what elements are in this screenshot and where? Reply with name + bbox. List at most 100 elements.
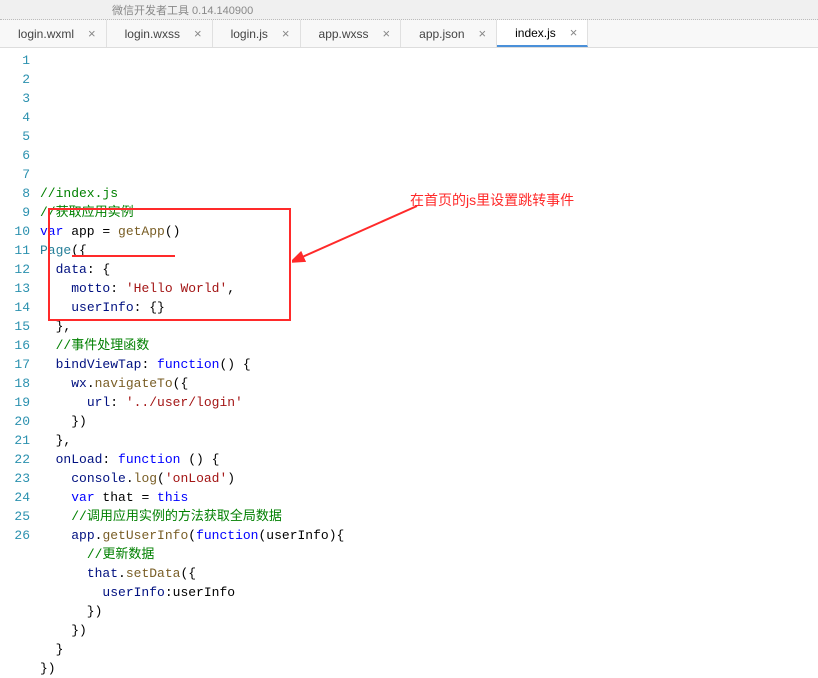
file-tab-label: login.wxml (18, 27, 74, 41)
token-plain: }, (40, 319, 71, 334)
code-line[interactable]: url: '../user/login' (40, 393, 818, 412)
line-number: 19 (0, 393, 30, 412)
token-plain (40, 490, 71, 505)
file-tab-label: app.json (419, 27, 464, 41)
token-comment: //index.js (40, 186, 118, 201)
token-prop: onLoad (56, 452, 103, 467)
file-tab-label: app.wxss (319, 27, 369, 41)
close-icon[interactable]: × (383, 27, 391, 40)
token-comment: //调用应用实例的方法获取全局数据 (71, 509, 282, 524)
code-line[interactable]: Page({ (40, 241, 818, 260)
token-plain: . (118, 566, 126, 581)
line-number: 9 (0, 203, 30, 222)
token-plain: : {} (134, 300, 165, 315)
code-line[interactable]: //更新数据 (40, 545, 818, 564)
close-icon[interactable]: × (282, 27, 290, 40)
token-plain: : (110, 395, 126, 410)
close-icon[interactable]: × (88, 27, 96, 40)
close-icon[interactable]: × (194, 27, 202, 40)
code-line[interactable]: bindViewTap: function() { (40, 355, 818, 374)
token-plain: } (40, 642, 63, 657)
line-number: 23 (0, 469, 30, 488)
file-tab-label: login.wxss (125, 27, 180, 41)
token-plain: () (165, 224, 181, 239)
close-icon[interactable]: × (479, 27, 487, 40)
file-tabs: login.wxml×login.wxss×login.js×app.wxss×… (0, 20, 818, 48)
token-plain: ({ (180, 566, 196, 581)
code-line[interactable]: //事件处理函数 (40, 336, 818, 355)
line-number: 5 (0, 127, 30, 146)
token-key: this (157, 490, 188, 505)
line-number: 12 (0, 260, 30, 279)
code-line[interactable]: }) (40, 412, 818, 431)
token-plain: }, (40, 433, 71, 448)
code-line[interactable]: userInfo:userInfo (40, 583, 818, 602)
line-number-gutter: 1234567891011121314151617181920212223242… (0, 48, 40, 678)
annotation-text: 在首页的js里设置跳转事件 (410, 191, 574, 210)
code-line[interactable]: wx.navigateTo({ (40, 374, 818, 393)
code-line[interactable]: that.setData({ (40, 564, 818, 583)
line-number: 8 (0, 184, 30, 203)
file-tab[interactable]: app.wxss × (301, 20, 402, 47)
token-comment: //更新数据 (87, 547, 155, 562)
token-plain: }) (40, 414, 87, 429)
window-title: 微信开发者工具 0.14.140900 (112, 2, 253, 18)
code-line[interactable]: }) (40, 602, 818, 621)
token-comment: //获取应用实例 (40, 205, 134, 220)
token-key: function (118, 452, 180, 467)
line-number: 26 (0, 526, 30, 545)
code-line[interactable]: data: { (40, 260, 818, 279)
code-line[interactable]: userInfo: {} (40, 298, 818, 317)
file-tab[interactable]: app.json × (401, 20, 497, 47)
line-number: 15 (0, 317, 30, 336)
token-plain: }) (40, 661, 56, 676)
line-number: 25 (0, 507, 30, 526)
code-editor[interactable]: 1234567891011121314151617181920212223242… (0, 48, 818, 678)
token-plain: ( (157, 471, 165, 486)
token-func: navigateTo (95, 376, 173, 391)
code-line[interactable]: }, (40, 317, 818, 336)
token-plain (40, 547, 87, 562)
token-comment: //事件处理函数 (56, 338, 150, 353)
code-line[interactable]: var app = getApp() (40, 222, 818, 241)
token-func: getApp (118, 224, 165, 239)
token-prop: userInfo (71, 300, 133, 315)
token-plain: :userInfo (165, 585, 235, 600)
token-plain: () { (219, 357, 250, 372)
code-line[interactable]: console.log('onLoad') (40, 469, 818, 488)
line-number: 14 (0, 298, 30, 317)
file-tab[interactable]: login.wxml × (0, 20, 107, 47)
file-tab[interactable]: login.js× (213, 20, 301, 47)
token-plain (40, 471, 71, 486)
line-number: 21 (0, 431, 30, 450)
code-line[interactable]: }) (40, 659, 818, 678)
token-plain: () { (180, 452, 219, 467)
line-number: 17 (0, 355, 30, 374)
token-plain (40, 585, 102, 600)
token-prop: that (87, 566, 118, 581)
file-tab[interactable]: index.js× (497, 20, 588, 47)
code-area[interactable]: 在首页的js里设置跳转事件 //index.js //获取应用实例 var app … (40, 48, 818, 678)
token-plain: : (102, 452, 118, 467)
token-type: Page (40, 243, 71, 258)
line-number: 18 (0, 374, 30, 393)
token-plain: that (95, 490, 142, 505)
code-line[interactable]: var that = this (40, 488, 818, 507)
code-line[interactable]: //调用应用实例的方法获取全局数据 (40, 507, 818, 526)
token-plain (40, 357, 56, 372)
token-str: 'onLoad' (165, 471, 227, 486)
token-plain: . (87, 376, 95, 391)
code-line[interactable]: }, (40, 431, 818, 450)
token-plain: ) (227, 471, 235, 486)
file-tab[interactable]: login.wxss × (107, 20, 213, 47)
code-line[interactable]: }) (40, 621, 818, 640)
line-number: 22 (0, 450, 30, 469)
code-line[interactable]: app.getUserInfo(function(userInfo){ (40, 526, 818, 545)
token-plain: , (227, 281, 235, 296)
code-line[interactable]: } (40, 640, 818, 659)
code-line[interactable]: onLoad: function () { (40, 450, 818, 469)
line-number: 16 (0, 336, 30, 355)
token-plain: app (63, 224, 102, 239)
close-icon[interactable]: × (570, 26, 578, 39)
code-line[interactable]: motto: 'Hello World', (40, 279, 818, 298)
